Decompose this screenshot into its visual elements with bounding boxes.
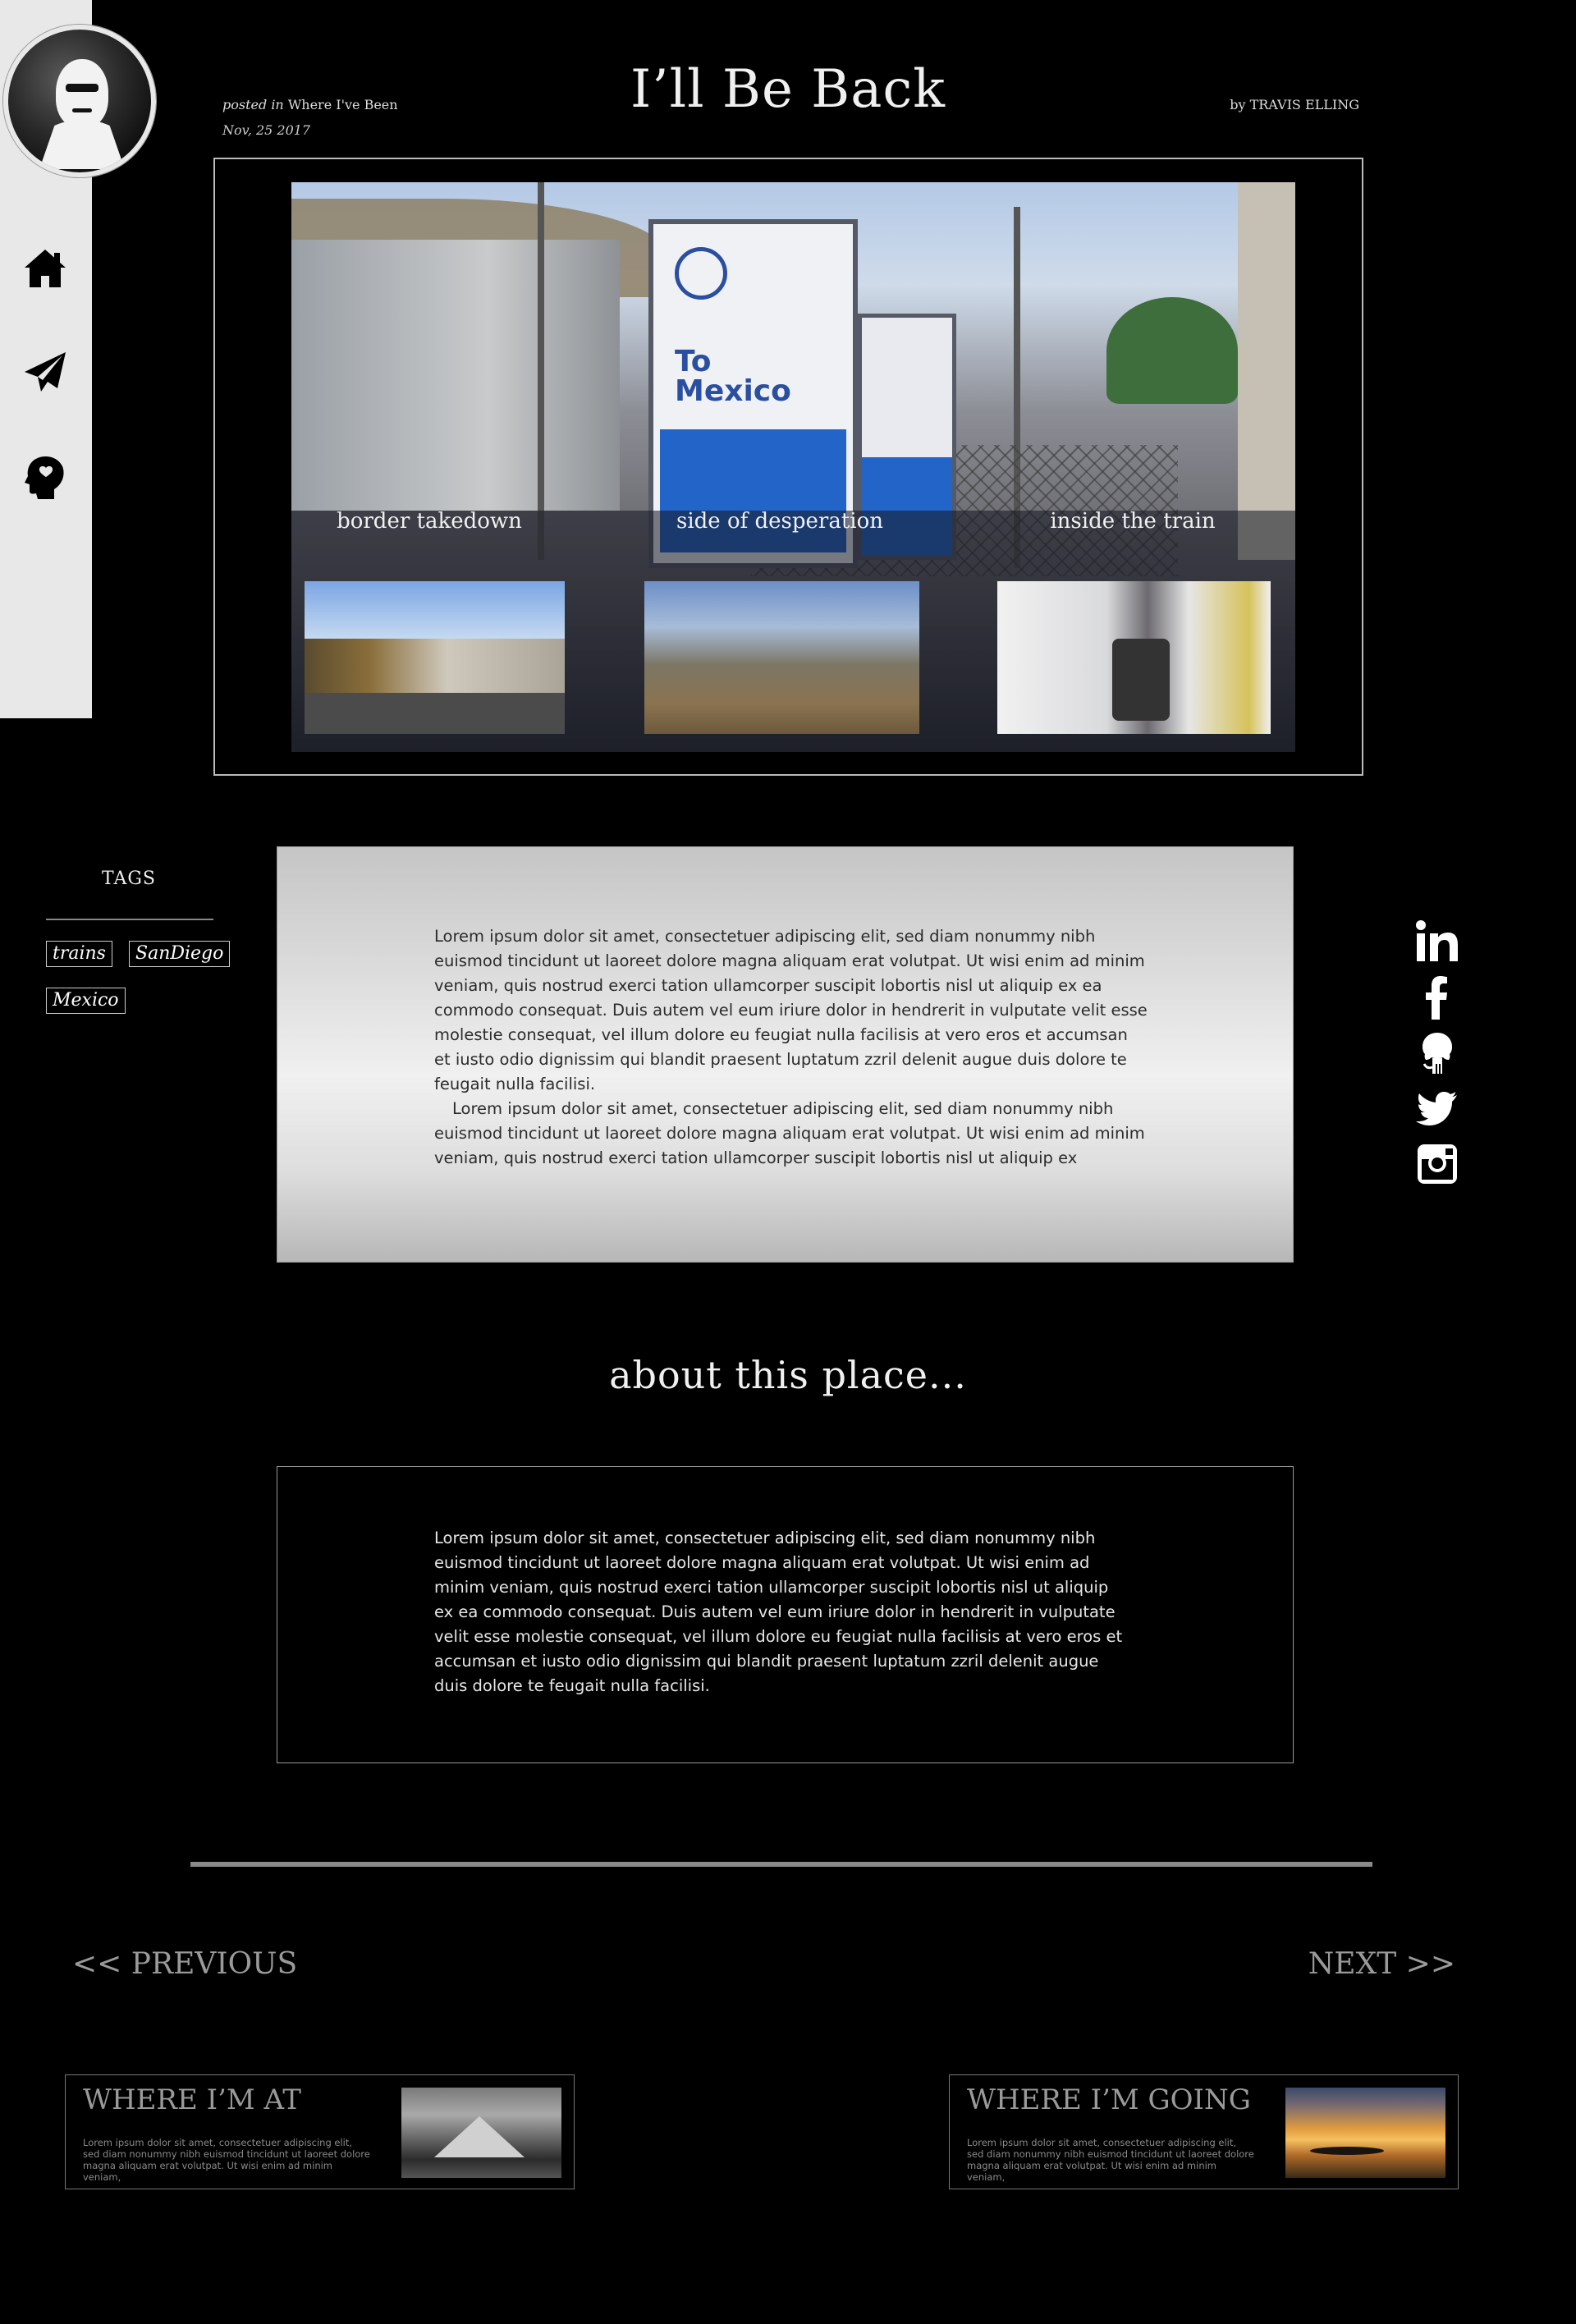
article-body: Lorem ipsum dolor sit amet, consectetuer… — [277, 846, 1294, 1263]
tag-mexico[interactable]: Mexico — [46, 988, 126, 1014]
previous-link[interactable]: << PREVIOUS — [72, 1947, 297, 1981]
byline: by TRAVIS ELLING — [1230, 97, 1359, 112]
article-paragraph-1: Lorem ipsum dolor sit amet, consectetuer… — [434, 927, 1148, 1093]
head-brain-icon[interactable] — [21, 453, 69, 501]
about-box: Lorem ipsum dolor sit amet, consectetuer… — [277, 1466, 1294, 1763]
caption-border-takedown[interactable]: border takedown — [306, 509, 552, 534]
card-image-mountains — [401, 2088, 561, 2178]
twitter-icon[interactable] — [1414, 1087, 1460, 1131]
next-link[interactable]: NEXT >> — [1308, 1947, 1455, 1981]
linkedin-icon[interactable] — [1414, 919, 1460, 964]
home-icon[interactable] — [21, 245, 69, 292]
tags-divider — [46, 919, 213, 920]
thumbnail-border-takedown[interactable] — [305, 581, 565, 734]
instagram-icon[interactable] — [1414, 1143, 1460, 1187]
caption-inside-the-train[interactable]: inside the train — [1010, 509, 1256, 534]
hero-image: To Mexico border takedown side of despera… — [291, 182, 1295, 752]
card-text: Lorem ipsum dolor sit amet, consectetuer… — [83, 2137, 370, 2183]
card-text: Lorem ipsum dolor sit amet, consectetuer… — [967, 2137, 1254, 2183]
post-date: Nov, 25 2017 — [222, 122, 311, 138]
tags-heading: TAGS — [102, 869, 157, 889]
section-divider — [190, 1862, 1372, 1867]
sign-text: To Mexico — [675, 345, 791, 408]
thumbnail-inside-the-train[interactable] — [997, 581, 1271, 734]
card-title: WHERE I’M GOING — [967, 2083, 1251, 2116]
about-text: Lorem ipsum dolor sit amet, consectetuer… — [434, 1529, 1123, 1695]
github-icon[interactable] — [1414, 1031, 1460, 1075]
about-heading: about this place... — [609, 1353, 967, 1397]
tag-trains[interactable]: trains — [46, 941, 112, 967]
article-paragraph-2: Lorem ipsum dolor sit amet, consectetuer… — [434, 1099, 1145, 1167]
facebook-icon[interactable] — [1414, 975, 1460, 1020]
tag-sandiego[interactable]: SanDiego — [129, 941, 231, 967]
caption-side-of-desperation[interactable]: side of desperation — [657, 509, 903, 534]
thumbnail-side-of-desperation[interactable] — [644, 581, 919, 734]
card-where-im-going[interactable]: WHERE I’M GOING Lorem ipsum dolor sit am… — [949, 2074, 1459, 2189]
card-where-im-at[interactable]: WHERE I’M AT Lorem ipsum dolor sit amet,… — [65, 2074, 575, 2189]
card-title: WHERE I’M AT — [83, 2083, 301, 2116]
card-image-sunset — [1285, 2088, 1445, 2178]
paper-plane-icon[interactable] — [21, 349, 69, 397]
